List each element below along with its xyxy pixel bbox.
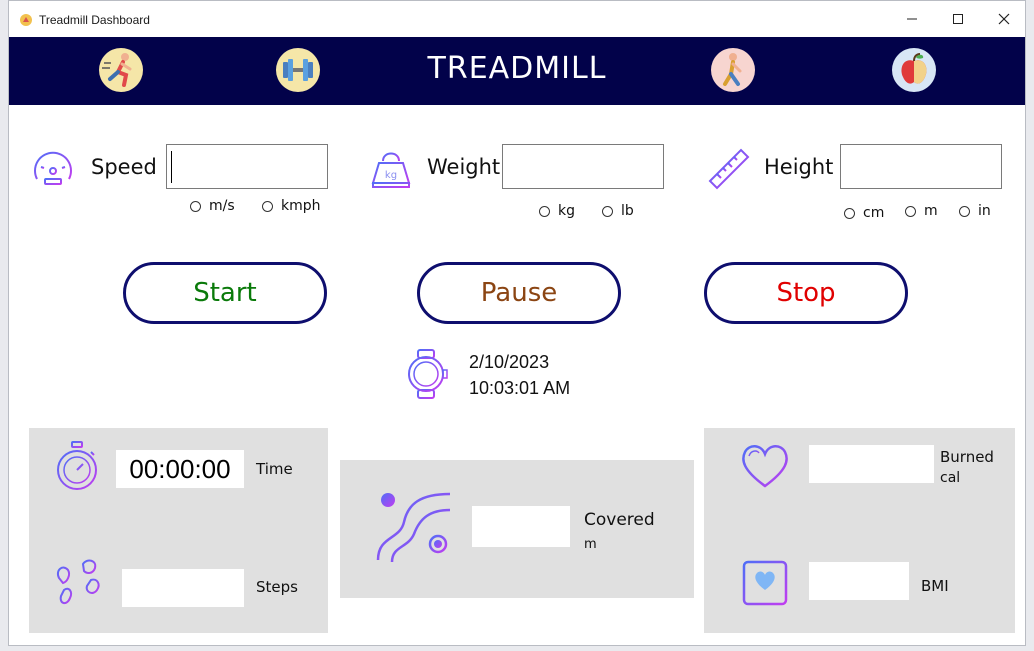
height-label: Height xyxy=(764,155,834,179)
steps-label: Steps xyxy=(256,578,298,596)
window-title: Treadmill Dashboard xyxy=(39,13,150,27)
speed-unit-kmph-label: kmph xyxy=(281,198,321,214)
apple-icon xyxy=(892,48,936,92)
route-icon xyxy=(376,492,451,563)
stop-button[interactable]: Stop xyxy=(704,262,908,324)
title-bar: Treadmill Dashboard xyxy=(9,1,1025,37)
current-time: 10:03:01 AM xyxy=(469,378,571,398)
speed-unit-kmph-radio[interactable]: kmph xyxy=(262,198,321,214)
height-unit-m-radio[interactable]: m xyxy=(905,203,938,219)
height-unit-cm-label: cm xyxy=(863,205,885,221)
maximize-icon xyxy=(953,14,963,24)
speed-unit-mps-label: m/s xyxy=(209,198,235,214)
close-icon xyxy=(998,13,1010,25)
speed-unit-mps-radio[interactable]: m/s xyxy=(190,198,235,214)
stopwatch-icon xyxy=(57,441,97,490)
heart-icon xyxy=(742,445,788,488)
time-label: Time xyxy=(256,460,293,478)
radio-dot xyxy=(602,205,613,217)
height-input[interactable] xyxy=(840,144,1002,189)
bmi-label: BMI xyxy=(921,577,949,595)
weight-unit-kg-label: kg xyxy=(558,203,575,219)
speed-label: Speed xyxy=(91,155,157,179)
radio-dot xyxy=(844,207,855,219)
calories-bmi-panel: Burned cal BMI xyxy=(704,428,1015,633)
heart-square-icon xyxy=(742,560,788,606)
start-button[interactable]: Start xyxy=(123,262,327,324)
weight-label: Weight xyxy=(427,155,501,179)
text-caret xyxy=(171,151,172,183)
radio-dot xyxy=(262,200,273,212)
current-date: 2/10/2023 xyxy=(469,352,550,372)
weight-unit-kg-radio[interactable]: kg xyxy=(539,203,575,219)
weight-unit-lb-label: lb xyxy=(621,203,634,219)
distance-label: Covered xyxy=(584,510,655,530)
calories-value xyxy=(809,445,934,483)
distance-panel: Covered m xyxy=(340,460,694,598)
svg-text:kg: kg xyxy=(385,170,397,181)
minimize-icon xyxy=(907,18,917,20)
steps-value xyxy=(122,569,244,607)
speedometer-icon xyxy=(34,151,72,185)
height-unit-in-label: in xyxy=(978,203,991,219)
height-unit-in-radio[interactable]: in xyxy=(959,203,991,219)
distance-value xyxy=(472,506,570,547)
speed-input[interactable] xyxy=(166,144,328,189)
minimize-button[interactable] xyxy=(889,1,935,37)
datetime-display: 2/10/2023 10:03:01 AM xyxy=(469,349,570,401)
header-banner: TREADMILL xyxy=(9,37,1025,105)
radio-dot xyxy=(959,205,970,217)
time-steps-panel: 00:00:00 Time Steps xyxy=(29,428,328,633)
weight-input[interactable] xyxy=(502,144,664,189)
height-unit-cm-radio[interactable]: cm xyxy=(844,205,884,221)
height-unit-m-label: m xyxy=(924,203,938,219)
radio-dot xyxy=(190,200,201,212)
calories-label: Burned xyxy=(940,448,994,466)
bmi-value xyxy=(809,562,909,600)
footprints-icon xyxy=(57,559,100,604)
maximize-button[interactable] xyxy=(935,1,981,37)
weight-unit-lb-radio[interactable]: lb xyxy=(602,203,634,219)
pause-button-label: Pause xyxy=(480,278,558,308)
banner-title: TREADMILL xyxy=(427,51,607,86)
close-button[interactable] xyxy=(981,1,1027,37)
calories-unit: cal xyxy=(940,470,961,486)
radio-dot xyxy=(539,205,550,217)
ruler-icon xyxy=(708,148,750,190)
walker-icon xyxy=(711,48,755,92)
radio-dot xyxy=(905,205,916,217)
kettlebell-icon: kg xyxy=(371,152,411,188)
pause-button[interactable]: Pause xyxy=(417,262,621,324)
smartwatch-icon xyxy=(408,349,448,399)
timer-display: 00:00:00 xyxy=(116,450,244,488)
start-button-label: Start xyxy=(193,278,257,308)
distance-unit: m xyxy=(584,537,597,552)
stop-button-label: Stop xyxy=(776,278,836,308)
app-logo-icon xyxy=(20,14,32,26)
app-window: Treadmill Dashboard TREADMILL Speed m/s … xyxy=(8,0,1026,646)
